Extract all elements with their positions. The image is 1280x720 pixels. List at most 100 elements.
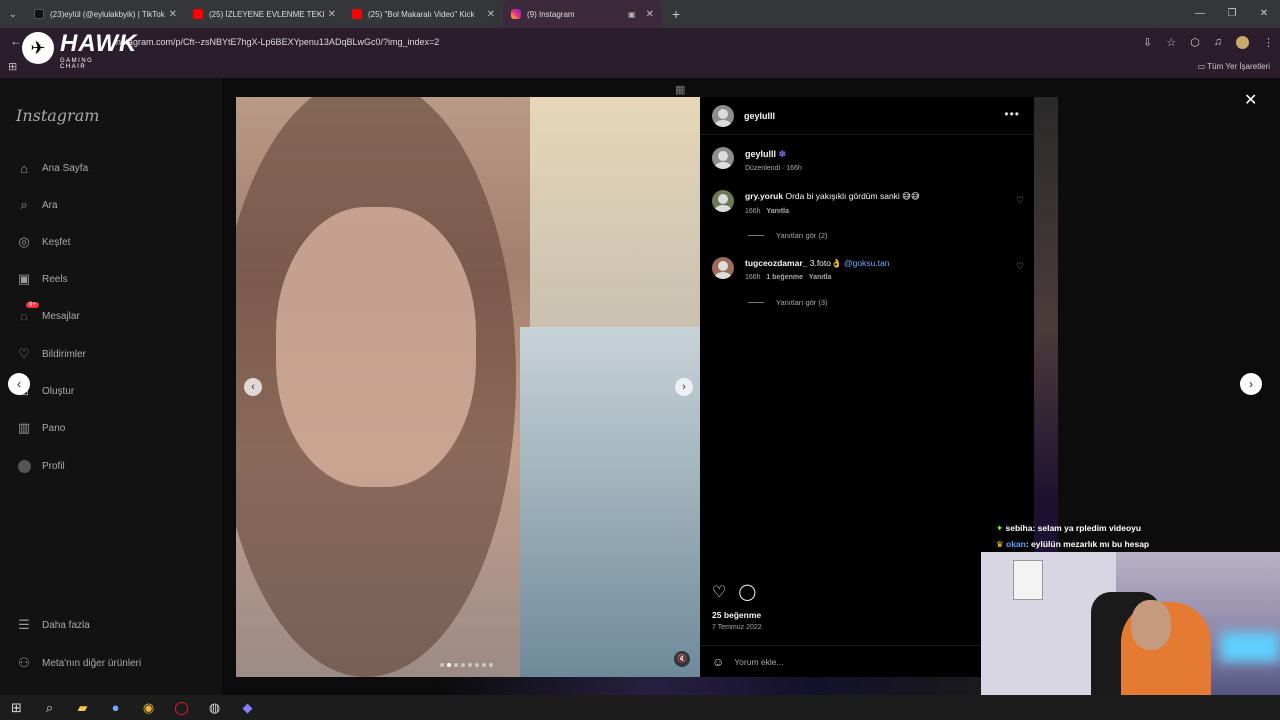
comment-like-icon[interactable]: ♡ <box>1016 261 1024 272</box>
comment-user[interactable]: gry.yoruk <box>745 191 783 201</box>
url-text: instagram.com/p/Cft--zsNBYtE7hgX-Lp6BEXY… <box>114 37 440 47</box>
instagram-logo[interactable]: Instagram <box>16 106 99 125</box>
menu-icon: ☰ <box>18 617 30 632</box>
messages-badge: 9+ <box>26 302 39 308</box>
carousel-next-button[interactable]: › <box>675 378 693 396</box>
media-control-icon[interactable]: ♫ <box>1214 36 1222 48</box>
app-icon[interactable]: ● <box>99 700 132 715</box>
sidebar-item-label: Ara <box>42 199 58 211</box>
media-playing-icon[interactable]: ▣ <box>628 10 636 19</box>
comment-likes[interactable]: 1 beğenme <box>766 274 803 281</box>
avatar[interactable] <box>712 147 734 169</box>
tab-search-icon[interactable]: ⌄ <box>0 0 26 28</box>
view-replies-button[interactable]: Yanıtları gör (2) <box>748 231 828 240</box>
extensions-icon[interactable]: ⬡ <box>1190 36 1200 49</box>
emoji-icon[interactable]: ☺ <box>712 655 724 669</box>
photo-subject-face <box>276 207 476 487</box>
avatar[interactable] <box>712 190 734 212</box>
sidebar-item-label: Ana Sayfa <box>42 162 89 174</box>
post-author[interactable]: geylulll <box>744 111 775 121</box>
post-media[interactable]: ‹ › 🔇 <box>236 97 700 677</box>
toolbar-icons: ⇩ ☆ ⬡ ♫ ⋮ <box>1143 28 1274 56</box>
search-icon[interactable]: ⌕ <box>33 700 66 716</box>
tab-youtube-1[interactable]: (25) İZLEYENE EVLENME TEKLİF ✕ <box>185 0 344 28</box>
carousel-dot <box>489 663 493 667</box>
chat-user: okan <box>1006 539 1026 549</box>
close-tab-icon[interactable]: ✕ <box>487 9 495 20</box>
caption-author[interactable]: geylulll ✽ <box>745 149 786 160</box>
mute-icon[interactable]: 🔇 <box>674 651 690 667</box>
profile-avatar-icon[interactable] <box>1236 35 1249 49</box>
comment-input[interactable]: Yorum ekle... <box>734 657 783 667</box>
tab-tiktok[interactable]: (23)eylül (@eylulakbyik) | TikTok ✕ <box>26 0 185 28</box>
sidebar-item-reels[interactable]: ▣ Reels <box>16 271 68 287</box>
close-window-icon[interactable]: ✕ <box>1248 0 1280 28</box>
tab-instagram[interactable]: (9) Instagram ▣ ✕ <box>503 0 662 28</box>
reply-button[interactable]: Yanıtla <box>766 208 789 215</box>
post-actions: ♡ ◯ <box>712 582 756 602</box>
sidebar-item-notifications[interactable]: ♡ Bildirimler <box>16 346 86 362</box>
like-count[interactable]: 25 beğenme <box>712 610 761 620</box>
close-tab-icon[interactable]: ✕ <box>169 9 177 20</box>
sidebar-item-meta[interactable]: ⚇ Meta'nın diğer ürünleri <box>16 655 141 671</box>
sidebar-item-home[interactable]: ⌂ Ana Sayfa <box>16 160 88 176</box>
next-post-button[interactable]: › <box>1240 373 1262 395</box>
tab-title: (25) "Bol Makaralı Video" Kick <box>368 9 475 19</box>
chrome-icon[interactable]: ◉ <box>132 700 165 716</box>
sidebar-item-label: Meta'nın diğer ürünleri <box>42 657 142 669</box>
apps-grid-icon[interactable]: ⊞ <box>8 60 17 73</box>
comment-user[interactable]: tugceozdamar_ <box>745 258 807 268</box>
more-options-icon[interactable]: ••• <box>1004 107 1020 121</box>
carousel-dot <box>468 663 472 667</box>
sidebar-item-search[interactable]: ⌕ Ara <box>16 197 58 213</box>
close-icon[interactable]: ✕ <box>1244 90 1257 110</box>
minimize-icon[interactable]: — <box>1184 0 1216 28</box>
like-icon[interactable]: ♡ <box>712 582 726 602</box>
hawk-logo-sub: GAMING CHAIR <box>60 58 94 70</box>
comment-icon[interactable]: ◯ <box>738 582 756 602</box>
opera-icon[interactable]: ◯ <box>165 700 198 716</box>
avatar[interactable] <box>712 105 734 127</box>
carousel-dots <box>440 663 493 667</box>
profile-avatar-icon <box>16 458 32 474</box>
tab-youtube-2[interactable]: (25) "Bol Makaralı Video" Kick ✕ <box>344 0 503 28</box>
post-date: 7 Temmuz 2022 <box>712 624 762 631</box>
carousel-prev-button[interactable]: ‹ <box>244 378 262 396</box>
all-bookmarks[interactable]: ▭ Tüm Yer İşaretleri <box>1198 62 1270 71</box>
windows-start-icon[interactable]: ⊞ <box>0 700 33 716</box>
caption-meta: Düzenlendi · 166h <box>745 165 802 172</box>
comment-meta: 166h Yanıtla <box>745 208 789 215</box>
bookmark-star-icon[interactable]: ☆ <box>1166 36 1176 49</box>
comment-mention[interactable]: @goksu.tan <box>844 258 890 268</box>
previous-post-button[interactable]: ‹ <box>8 373 30 395</box>
hawk-logo: ✈ HAWK GAMING CHAIR <box>20 30 136 70</box>
chat-user: sebiha <box>1005 523 1033 533</box>
avatar[interactable] <box>712 257 734 279</box>
sidebar-item-dashboard[interactable]: ▥ Pano <box>16 420 66 436</box>
caption-author-label: geylulll <box>745 149 777 159</box>
file-explorer-icon[interactable]: ▰ <box>66 700 99 716</box>
post-header: geylulll ••• <box>700 97 1034 135</box>
window-controls: — ❐ ✕ <box>1184 0 1280 28</box>
tab-title: (25) İZLEYENE EVLENME TEKLİF <box>209 9 324 19</box>
sidebar-item-label: Profil <box>42 460 65 472</box>
close-tab-icon[interactable]: ✕ <box>646 9 654 20</box>
hawk-logo-name: HAWK <box>60 30 138 57</box>
comment-like-icon[interactable]: ♡ <box>1016 195 1024 206</box>
new-tab-button[interactable]: + <box>672 6 680 22</box>
chat-text: : selam ya rpledim videoyu <box>1032 523 1142 533</box>
discord-icon[interactable]: ◆ <box>231 700 264 716</box>
obs-icon[interactable]: ◍ <box>198 700 231 716</box>
sidebar-item-more[interactable]: ☰ Daha fazla <box>16 617 90 633</box>
sidebar-item-profile[interactable]: Profil <box>16 458 65 474</box>
reels-icon: ▣ <box>17 271 31 286</box>
kebab-menu-icon[interactable]: ⋮ <box>1263 36 1274 49</box>
close-tab-icon[interactable]: ✕ <box>328 9 336 20</box>
sidebar-item-explore[interactable]: ◎ Keşfet <box>16 234 70 250</box>
view-replies-button[interactable]: Yanıtları gör (3) <box>748 298 828 307</box>
restore-icon[interactable]: ❐ <box>1216 0 1248 28</box>
sidebar-item-messages[interactable]: ◌ 9+ Mesajlar <box>16 302 80 324</box>
address-bar[interactable]: instagram.com/p/Cft--zsNBYtE7hgX-Lp6BEXY… <box>36 31 1166 53</box>
reply-button[interactable]: Yanıtla <box>809 274 832 281</box>
install-app-icon[interactable]: ⇩ <box>1143 36 1152 49</box>
